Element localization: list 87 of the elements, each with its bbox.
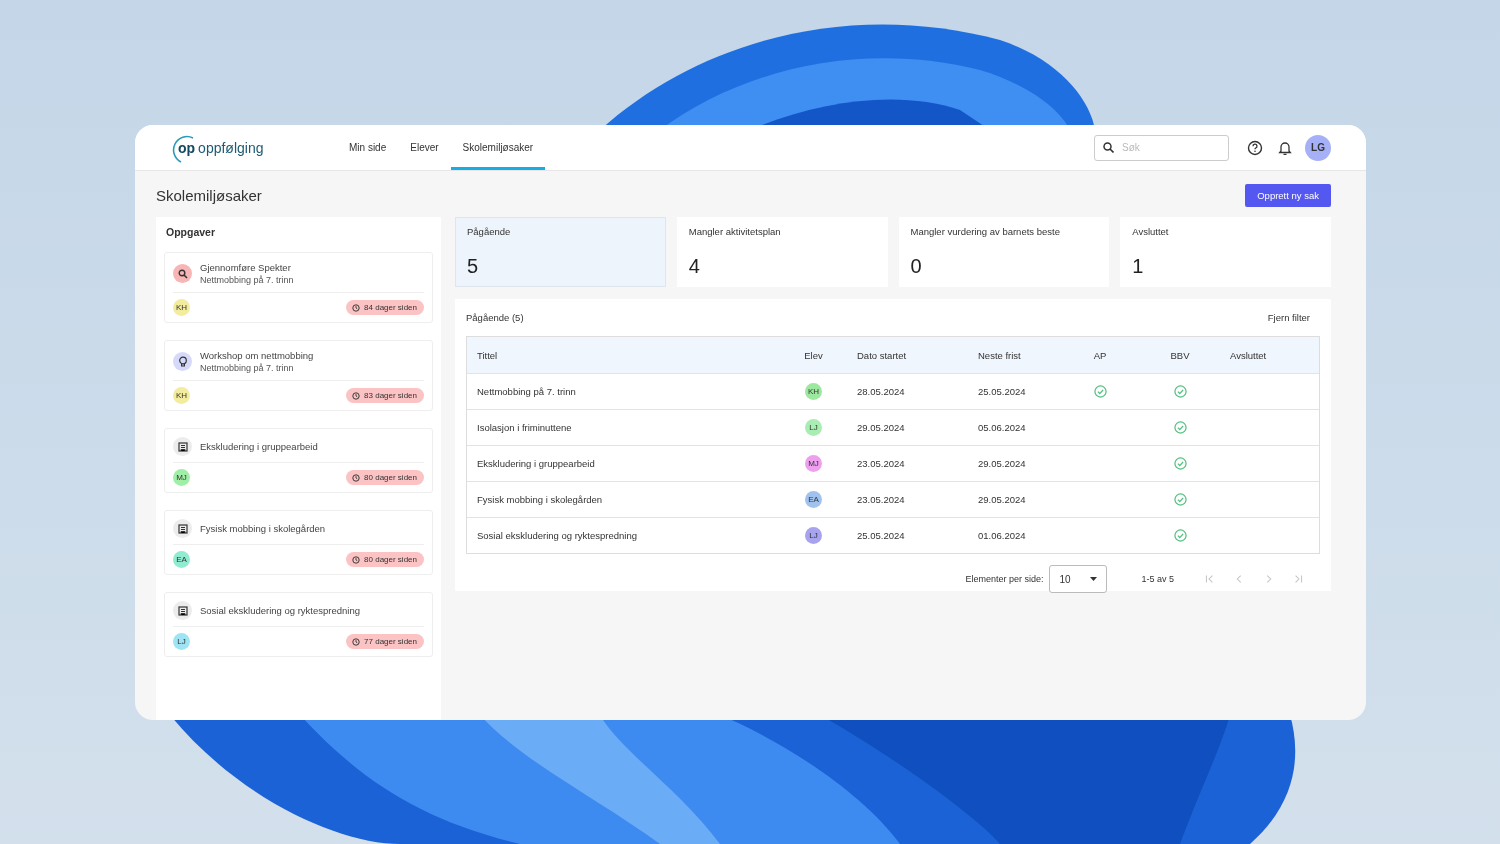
table-cell-text: Fysisk mobbing i skolegården	[476, 494, 604, 505]
logo-mark: op	[177, 139, 196, 156]
student-avatar: LJ	[805, 527, 822, 544]
student-avatar: EA	[805, 491, 822, 508]
stat-label: Avsluttet	[1132, 226, 1170, 237]
column-header[interactable]: Avsluttet	[1220, 349, 1313, 361]
table-row[interactable]: Ekskludering i gruppearbeid MJ 23.05.2024 29.05.2024	[467, 445, 1319, 481]
task-subtitle: Nettmobbing på 7. trinn	[200, 274, 294, 286]
table-row[interactable]: Sosial ekskludering og ryktespredning LJ 25.05.2024 01.06.2024	[467, 517, 1319, 553]
stat-card[interactable]: Mangler aktivitetsplan 4	[676, 217, 888, 287]
table-cell-text: 29.05.2024	[977, 458, 1027, 469]
column-header[interactable]: Elev	[780, 349, 847, 361]
create-case-button[interactable]: Opprett ny sak	[1245, 183, 1331, 207]
stat-value: 5	[467, 255, 480, 278]
age-badge: 83 dager siden	[346, 388, 424, 403]
table-cell-text: 28.05.2024	[856, 386, 906, 397]
table-cell-text: 29.05.2024	[856, 422, 906, 433]
student-avatar: KH	[173, 299, 190, 316]
page-range: 1-5 av 5	[1141, 574, 1174, 584]
table-row[interactable]: Fysisk mobbing i skolegården EA 23.05.2024 29.05.2024	[467, 481, 1319, 517]
column-header[interactable]: Dato startet	[847, 349, 968, 361]
task-title: Fysisk mobbing i skolegården	[200, 522, 326, 535]
task-title: Gjennomføre Spekter	[200, 261, 292, 274]
user-avatar[interactable]: LG	[1305, 134, 1331, 161]
stat-value: 4	[688, 255, 701, 278]
table-cell-text: Nettmobbing på 7. trinn	[476, 386, 577, 397]
task-card[interactable]: Gjennomføre Spekter Nettmobbing på 7. trinn KH 84 dager siden	[164, 252, 433, 323]
page-title: Skolemiljøsaker	[156, 186, 262, 204]
column-header[interactable]: BBV	[1140, 349, 1220, 361]
table-row[interactable]: Isolasjon i friminuttene LJ 29.05.2024 05.06.2024	[467, 409, 1319, 445]
task-card[interactable]: Fysisk mobbing i skolegården EA 80 dager siden	[164, 510, 433, 575]
nav-tab[interactable]: Elever	[398, 125, 451, 170]
task-card[interactable]: Ekskludering i gruppearbeid MJ 80 dager siden	[164, 428, 433, 493]
task-title: Sosial ekskludering og ryktespredning	[200, 604, 360, 617]
student-avatar: KH	[805, 383, 822, 400]
panel-title: Oppgaver	[166, 226, 216, 238]
clear-filter-link[interactable]: Fjern filter	[1267, 311, 1310, 323]
age-badge: 80 dager siden	[346, 470, 424, 485]
page-size-select[interactable]: 10	[1049, 565, 1108, 593]
table-cell-text: Ekskludering i gruppearbeid	[476, 458, 596, 469]
table-cell-text: Isolasjon i friminuttene	[476, 422, 573, 433]
search-field[interactable]: Søk	[1094, 134, 1229, 161]
table-cell-text: 23.05.2024	[856, 458, 906, 469]
student-avatar: MJ	[805, 455, 822, 472]
stat-value: 0	[910, 255, 923, 278]
stat-label: Mangler aktivitetsplan	[688, 226, 782, 237]
task-card[interactable]: Sosial ekskludering og ryktespredning LJ 77 dager siden	[164, 592, 433, 657]
column-header[interactable]: Tittel	[467, 349, 780, 361]
panel-title: Pågående (5)	[466, 311, 524, 323]
task-title: Workshop om nettmobbing	[200, 349, 314, 362]
column-header[interactable]: AP	[1060, 349, 1140, 361]
nav-tab[interactable]: Min side	[337, 125, 399, 170]
lightbulb-icon	[173, 352, 192, 371]
stat-label: Mangler vurdering av barnets beste	[910, 226, 1061, 237]
nav-tab[interactable]: Skolemiljøsaker	[450, 125, 546, 170]
task-card[interactable]: Workshop om nettmobbing Nettmobbing på 7. trinn KH 83 dager siden	[164, 340, 433, 411]
stat-card[interactable]: Avsluttet 1	[1120, 217, 1331, 287]
student-avatar: MJ	[173, 469, 190, 486]
task-subtitle: Nettmobbing på 7. trinn	[200, 362, 295, 374]
table-row[interactable]: Nettmobbing på 7. trinn KH 28.05.2024 25.05.2024	[467, 373, 1319, 409]
table-cell-text: 29.05.2024	[977, 494, 1027, 505]
document-icon	[173, 601, 192, 620]
logo-name: oppfølging	[198, 139, 264, 156]
student-avatar: KH	[173, 387, 190, 404]
stat-card[interactable]: Mangler vurdering av barnets beste 0	[898, 217, 1110, 287]
table-cell-text: 25.05.2024	[977, 386, 1027, 397]
column-header[interactable]: Neste frist	[968, 349, 1060, 361]
student-avatar: EA	[173, 551, 190, 568]
document-icon	[173, 519, 192, 538]
stat-card[interactable]: Pågående 5	[455, 217, 666, 287]
page-size-label: Elementer per side:	[965, 574, 1044, 584]
age-badge: 84 dager siden	[346, 300, 424, 315]
task-title: Ekskludering i gruppearbeid	[200, 440, 318, 453]
student-avatar: LJ	[173, 633, 190, 650]
stat-value: 1	[1132, 255, 1145, 278]
stat-label: Pågående	[467, 226, 512, 237]
table-cell-text: 25.05.2024	[856, 530, 906, 541]
document-icon	[173, 437, 192, 456]
age-badge: 77 dager siden	[346, 634, 424, 649]
caret-icon	[1090, 577, 1098, 581]
table-cell-text: Sosial ekskludering og ryktespredning	[476, 530, 638, 541]
age-badge: 80 dager siden	[346, 552, 424, 567]
student-avatar: LJ	[805, 419, 822, 436]
table-cell-text: 01.06.2024	[977, 530, 1027, 541]
table-cell-text: 05.06.2024	[977, 422, 1027, 433]
table-cell-text: 23.05.2024	[856, 494, 906, 505]
search-icon	[173, 264, 192, 283]
